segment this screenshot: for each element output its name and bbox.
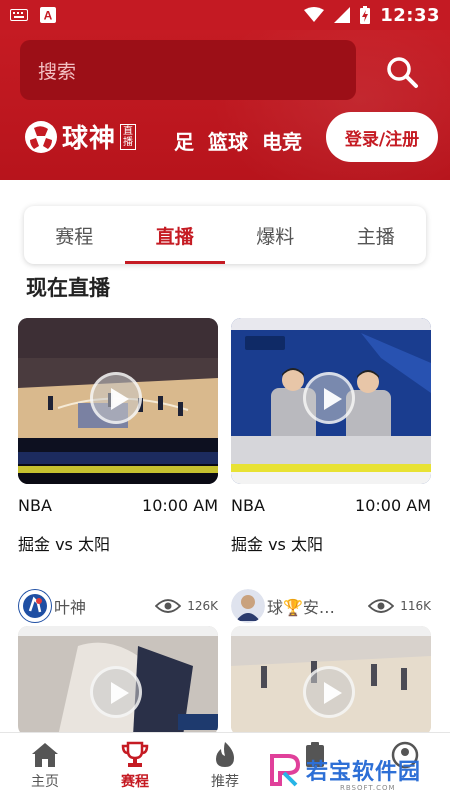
logo-text: 球神 <box>62 124 117 154</box>
wifi-icon <box>304 7 325 22</box>
match-teams: 掘金 vs 太阳 <box>18 535 110 554</box>
league-label: NBA <box>231 496 265 515</box>
trophy-icon <box>121 741 149 767</box>
view-count: 116K <box>368 598 431 614</box>
clock: 12:33 <box>380 4 440 26</box>
login-register-button[interactable]: 登录/注册 <box>326 112 438 162</box>
nav-basketball[interactable]: 篮球 <box>208 126 248 155</box>
league-label: NBA <box>18 496 52 515</box>
svg-text:A: A <box>44 9 53 23</box>
tab-live[interactable]: 直播 <box>124 206 226 264</box>
live-card[interactable] <box>231 626 431 736</box>
play-icon[interactable] <box>90 666 142 718</box>
signal-icon <box>334 7 351 23</box>
stream-thumbnail[interactable] <box>231 318 431 484</box>
play-icon[interactable] <box>303 372 355 424</box>
battery-icon <box>360 6 371 24</box>
nav-esports[interactable]: 电竞 <box>262 126 302 155</box>
app-logo: 球神 直播 <box>24 118 137 155</box>
search-placeholder: 搜索 <box>38 60 77 83</box>
search-icon[interactable] <box>382 52 422 92</box>
live-card[interactable] <box>18 626 218 736</box>
match-time: 10:00 AM <box>142 496 218 515</box>
bottom-nav-label: 推荐 <box>211 774 239 790</box>
live-card[interactable]: NBA 10:00 AM 掘金 vs 太阳 叶神 126K <box>18 318 218 623</box>
anchor-name: 叶神 <box>54 598 87 617</box>
tab-schedule[interactable]: 赛程 <box>24 206 125 264</box>
eye-icon <box>368 599 395 613</box>
bottom-nav-label: 赛程 <box>121 774 149 790</box>
stream-thumbnail[interactable] <box>18 626 218 736</box>
watermark-subtext: RBSOFT.COM <box>340 784 396 792</box>
content-tabs: 赛程 直播 爆料 主播 <box>24 206 426 264</box>
home-icon <box>32 743 58 767</box>
avatar[interactable] <box>18 589 52 623</box>
bottom-nav-recommend[interactable]: 推荐 <box>180 733 270 800</box>
soccer-ball-icon <box>25 120 57 153</box>
match-time: 10:00 AM <box>355 496 431 515</box>
eye-icon <box>155 599 182 613</box>
keyboard-icon <box>10 9 28 21</box>
nav-football[interactable]: 足 <box>174 126 194 155</box>
view-count-value: 116K <box>400 599 431 613</box>
sport-nav: 足 篮球 电竞 <box>174 126 302 155</box>
status-bar: A 12:33 <box>0 0 450 30</box>
section-title: 现在直播 <box>26 276 110 300</box>
view-count: 126K <box>155 598 218 614</box>
bottom-nav-schedule[interactable]: 赛程 <box>90 733 180 800</box>
watermark-text: 若宝软件园 <box>306 760 422 785</box>
logo-badge: 直播 <box>120 123 137 150</box>
watermark: 若宝软件园 RBSOFT.COM <box>266 752 422 792</box>
tab-anchors[interactable]: 主播 <box>326 206 427 264</box>
avatar[interactable] <box>231 589 265 623</box>
watermark-logo-icon <box>270 754 301 787</box>
a-notification-icon: A <box>40 7 56 23</box>
play-icon[interactable] <box>303 666 355 718</box>
view-count-value: 126K <box>187 599 218 613</box>
search-input[interactable]: 搜索 <box>20 40 356 100</box>
flame-icon <box>216 742 234 767</box>
tab-news[interactable]: 爆料 <box>225 206 326 264</box>
stream-thumbnail[interactable] <box>18 318 218 484</box>
match-teams: 掘金 vs 太阳 <box>231 535 323 554</box>
anchor-name: 球🏆安… <box>267 598 335 617</box>
live-card[interactable]: NBA 10:00 AM 掘金 vs 太阳 球🏆安… 116K <box>231 318 431 623</box>
header: 搜索 球神 直播 足 篮球 电竞 登录/注册 <box>0 30 450 180</box>
bottom-nav-home[interactable]: 主页 <box>0 733 90 800</box>
stream-thumbnail[interactable] <box>231 626 431 736</box>
play-icon[interactable] <box>90 372 142 424</box>
bottom-nav-label: 主页 <box>31 774 59 790</box>
